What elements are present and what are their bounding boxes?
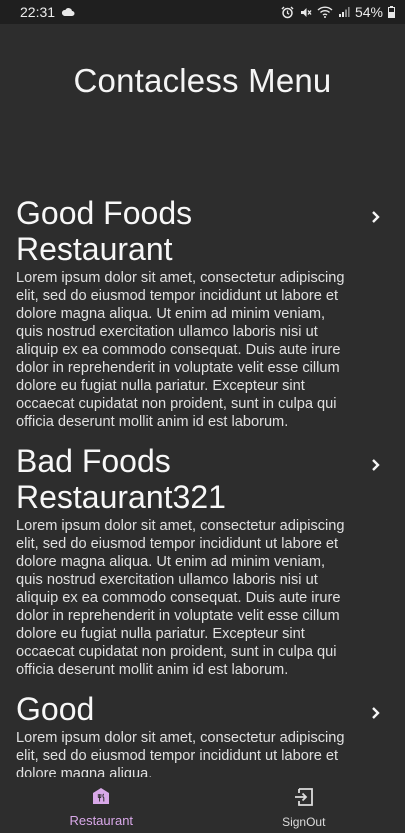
restaurant-list-item[interactable]: Good Foods Restaurant Lorem ipsum dolor … [0,195,405,431]
battery-icon [388,6,395,18]
mute-icon [299,6,312,19]
bottom-navigation: Restaurant SignOut [0,777,405,833]
restaurant-name: Bad Foods Restaurant321 [16,443,226,515]
signal-icon [338,6,350,18]
nav-label-signout: SignOut [282,815,326,829]
restaurant-name: Good Foods Restaurant [16,195,193,267]
status-bar: 22:31 54% [0,0,405,24]
nav-item-signout[interactable]: SignOut [203,777,405,833]
restaurant-name: Good [16,691,95,727]
restaurant-list-item[interactable]: Good Lorem ipsum dolor sit amet, consect… [0,691,405,777]
page-title: Contacless Menu [73,62,332,99]
battery-percent: 54% [354,4,383,20]
status-time: 22:31 [20,4,56,20]
restaurant-description: Lorem ipsum dolor sit amet, consectetur … [16,270,345,430]
signout-icon [293,787,315,812]
cloud-icon [61,7,75,17]
nav-label-restaurant: Restaurant [69,813,134,828]
status-left: 22:31 [20,4,75,20]
wifi-icon [317,6,333,18]
status-right: 54% [281,4,395,20]
chevron-right-icon[interactable] [369,209,383,225]
restaurant-description: Lorem ipsum dolor sit amet, consectetur … [16,730,345,777]
chevron-right-icon[interactable] [369,705,383,721]
nav-item-restaurant[interactable]: Restaurant [0,777,203,833]
restaurant-list: Good Foods Restaurant Lorem ipsum dolor … [0,195,405,777]
chevron-right-icon[interactable] [369,457,383,473]
restaurant-description: Lorem ipsum dolor sit amet, consectetur … [16,518,345,678]
restaurant-list-item[interactable]: Bad Foods Restaurant321 Lorem ipsum dolo… [0,443,405,679]
alarm-icon [281,6,294,19]
restaurant-icon [92,787,110,810]
